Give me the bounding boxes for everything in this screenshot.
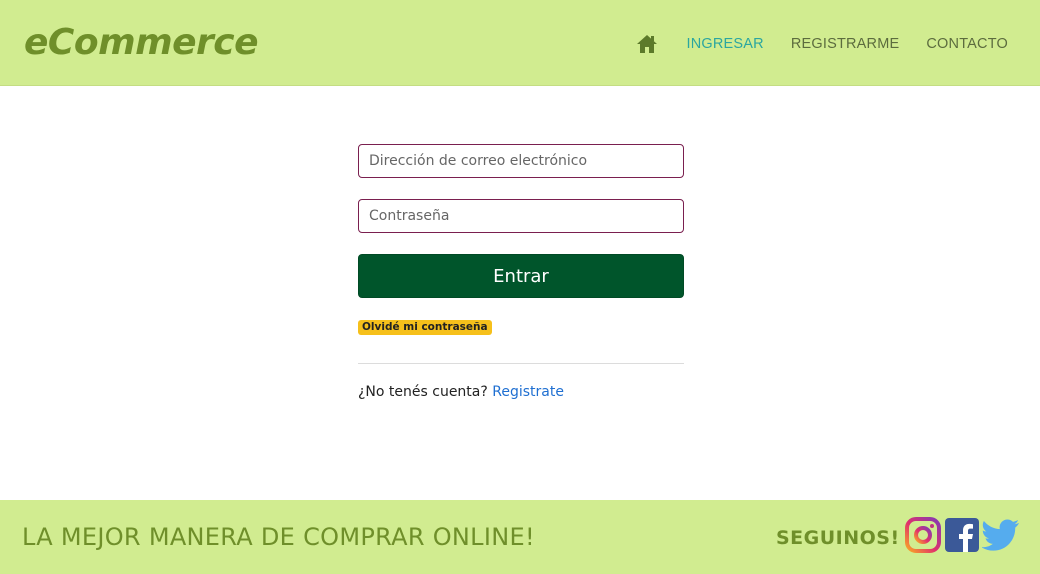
email-input[interactable] [358, 144, 684, 178]
register-link[interactable]: Registrate [492, 384, 564, 400]
facebook-icon[interactable] [943, 516, 981, 554]
header: eCommerce INGRESAR REGISTRARME CONTACTO [0, 0, 1040, 86]
footer-tagline: LA MEJOR MANERA DE COMPRAR ONLINE! [22, 523, 535, 551]
home-icon[interactable] [636, 33, 660, 55]
login-button[interactable]: Entrar [358, 254, 684, 298]
divider [358, 363, 684, 364]
no-account-text: ¿No tenés cuenta? [358, 384, 488, 400]
password-input[interactable] [358, 199, 684, 233]
nav-register[interactable]: REGISTRARME [791, 36, 900, 52]
register-prompt: ¿No tenés cuenta? Registrate [358, 384, 684, 400]
login-form: Entrar Olvidé mi contraseña ¿No tenés cu… [358, 144, 684, 400]
main-nav: INGRESAR REGISTRARME CONTACTO [636, 30, 1008, 58]
brand-logo[interactable]: eCommerce [24, 21, 259, 65]
instagram-icon[interactable] [904, 516, 942, 554]
twitter-icon[interactable] [982, 516, 1020, 554]
nav-contact[interactable]: CONTACTO [926, 36, 1008, 52]
footer: LA MEJOR MANERA DE COMPRAR ONLINE! SEGUI… [0, 500, 1040, 574]
follow-label: SEGUINOS! [776, 527, 900, 549]
nav-login[interactable]: INGRESAR [686, 36, 763, 52]
forgot-password-link[interactable]: Olvidé mi contraseña [358, 320, 492, 335]
